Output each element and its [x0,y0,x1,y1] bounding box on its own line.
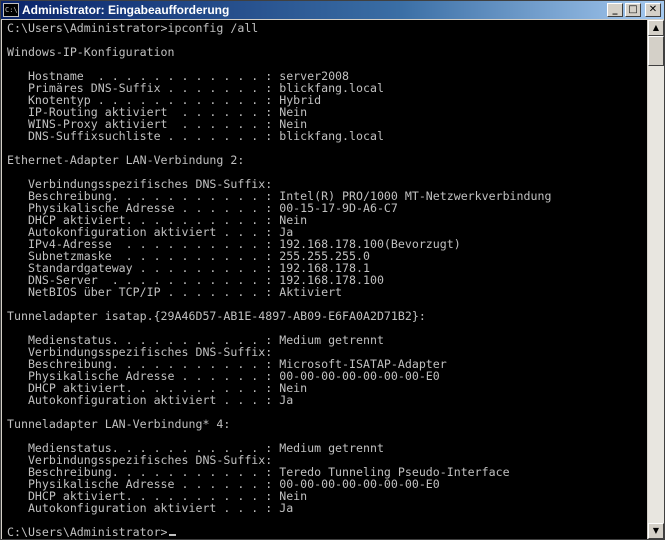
scroll-thumb[interactable] [648,36,664,66]
console-line: Windows-IP-Konfiguration [7,45,175,59]
window-title: Administrator: Eingabeaufforderung [22,3,230,17]
console-output[interactable]: C:\Users\Administrator>ipconfig /all Wind… [2,20,647,539]
maximize-button[interactable]: □ [625,3,641,17]
command-prompt-line: C:\Users\Administrator> [7,526,647,538]
cmd-window: C:\ Administrator: Eingabeaufforderung _… [0,0,665,540]
console-line: Tunneladapter isatap.{29A46D57-AB1E-4897… [7,309,426,323]
title-bar[interactable]: C:\ Administrator: Eingabeaufforderung _… [1,1,664,19]
console-line: Ethernet-Adapter LAN-Verbindung 2: [7,153,245,167]
cmd-app-icon[interactable]: C:\ [3,3,19,17]
console-text: C:\Users\Administrator>ipconfig /all Wind… [2,20,647,538]
console-line: Autokonfiguration aktiviert . . . : Ja [7,501,294,515]
close-button[interactable]: ✕ [645,3,661,17]
window-controls: _ □ ✕ [607,3,661,17]
minimize-button[interactable]: _ [607,3,623,17]
scroll-up-button[interactable]: ▲ [648,20,664,36]
console-line: NetBIOS über TCP/IP . . . . . . . : Akti… [7,285,343,299]
console-line: DNS-Suffixsuchliste . . . . . . . : blic… [7,129,384,143]
console-line: Autokonfiguration aktiviert . . . : Ja [7,393,294,407]
vertical-scrollbar[interactable]: ▲ ▼ [648,20,664,539]
console-line: C:\Users\Administrator>ipconfig /all [7,21,259,35]
scroll-down-button[interactable]: ▼ [648,523,664,539]
text-cursor [168,534,176,536]
console-line: Tunneladapter LAN-Verbindung* 4: [7,417,231,431]
